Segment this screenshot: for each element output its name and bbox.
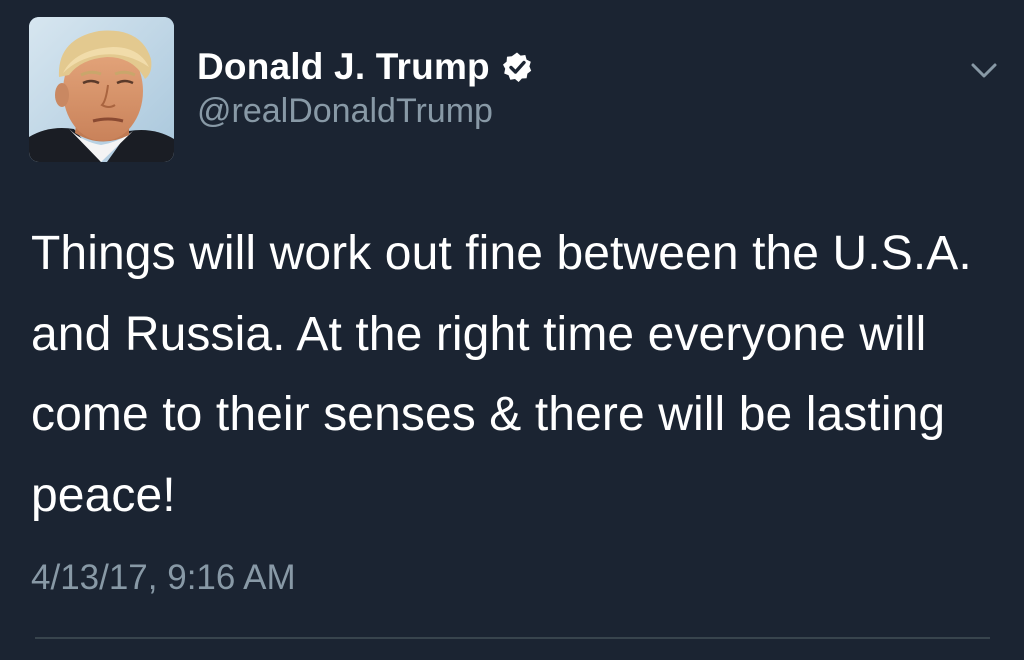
divider <box>35 637 990 639</box>
verified-badge-icon <box>502 52 532 82</box>
tweet-text: Things will work out fine between the U.… <box>31 227 972 522</box>
avatar[interactable] <box>29 17 174 162</box>
author-handle[interactable]: @realDonaldTrump <box>197 92 493 131</box>
tweet-card: Donald J. Trump @realDonaldTrump Things … <box>0 0 1024 660</box>
tweet-timestamp[interactable]: 4/13/17, 9:16 AM <box>31 558 296 598</box>
display-name[interactable]: Donald J. Trump <box>197 46 490 88</box>
author-name-row[interactable]: Donald J. Trump <box>197 44 533 90</box>
profile-photo-icon <box>29 17 174 162</box>
chevron-down-icon[interactable] <box>966 52 1002 88</box>
